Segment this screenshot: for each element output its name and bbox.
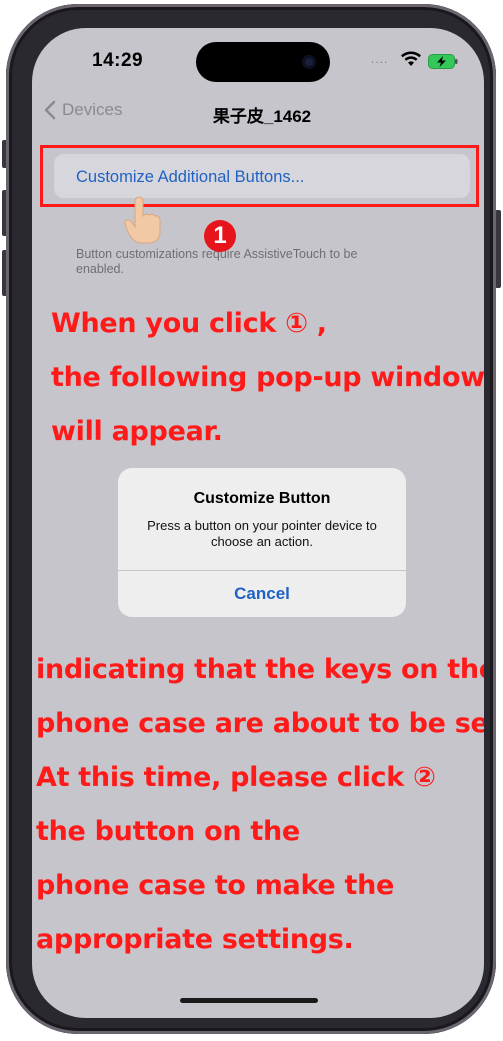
cellular-signal-icon: .... xyxy=(371,52,389,66)
phone-screen: 14:29 .... Devices 果子皮_1462 Customize Ad… xyxy=(32,28,484,1018)
annotation-text-line: When you click ① , xyxy=(51,308,327,339)
annotation-text-line: appropriate settings. xyxy=(36,924,354,955)
annotation-text-line: At this time, please click ② xyxy=(36,762,436,793)
status-time: 14:29 xyxy=(92,50,144,71)
alert-message: Press a button on your pointer device to… xyxy=(147,518,377,549)
battery-charging-icon xyxy=(428,54,458,69)
annotation-text-line: will appear. xyxy=(51,416,223,447)
home-indicator[interactable] xyxy=(180,998,318,1003)
tap-hand-icon xyxy=(124,196,161,244)
alert-cancel-button[interactable]: Cancel xyxy=(118,571,406,617)
phone-frame: 14:29 .... Devices 果子皮_1462 Customize Ad… xyxy=(6,4,496,1034)
annotation-highlight-box xyxy=(40,145,479,207)
wifi-icon xyxy=(401,51,421,66)
annotation-text-line: the following pop-up window xyxy=(51,362,484,393)
annotation-text-line: phone case are about to be set, xyxy=(36,708,484,739)
step-1-badge: 1 xyxy=(204,220,236,252)
customize-button-alert: Customize Button Press a button on your … xyxy=(118,468,406,617)
settings-footnote: Button customizations require AssistiveT… xyxy=(76,247,358,276)
annotation-text-line: phone case to make the xyxy=(36,870,395,901)
page-title: 果子皮_1462 xyxy=(212,107,312,126)
dynamic-island xyxy=(196,42,330,82)
annotation-text-line: the button on the xyxy=(36,816,300,847)
front-camera-icon xyxy=(302,55,316,69)
annotation-text-line: indicating that the keys on the xyxy=(36,654,484,685)
alert-title: Customize Button xyxy=(193,490,331,507)
